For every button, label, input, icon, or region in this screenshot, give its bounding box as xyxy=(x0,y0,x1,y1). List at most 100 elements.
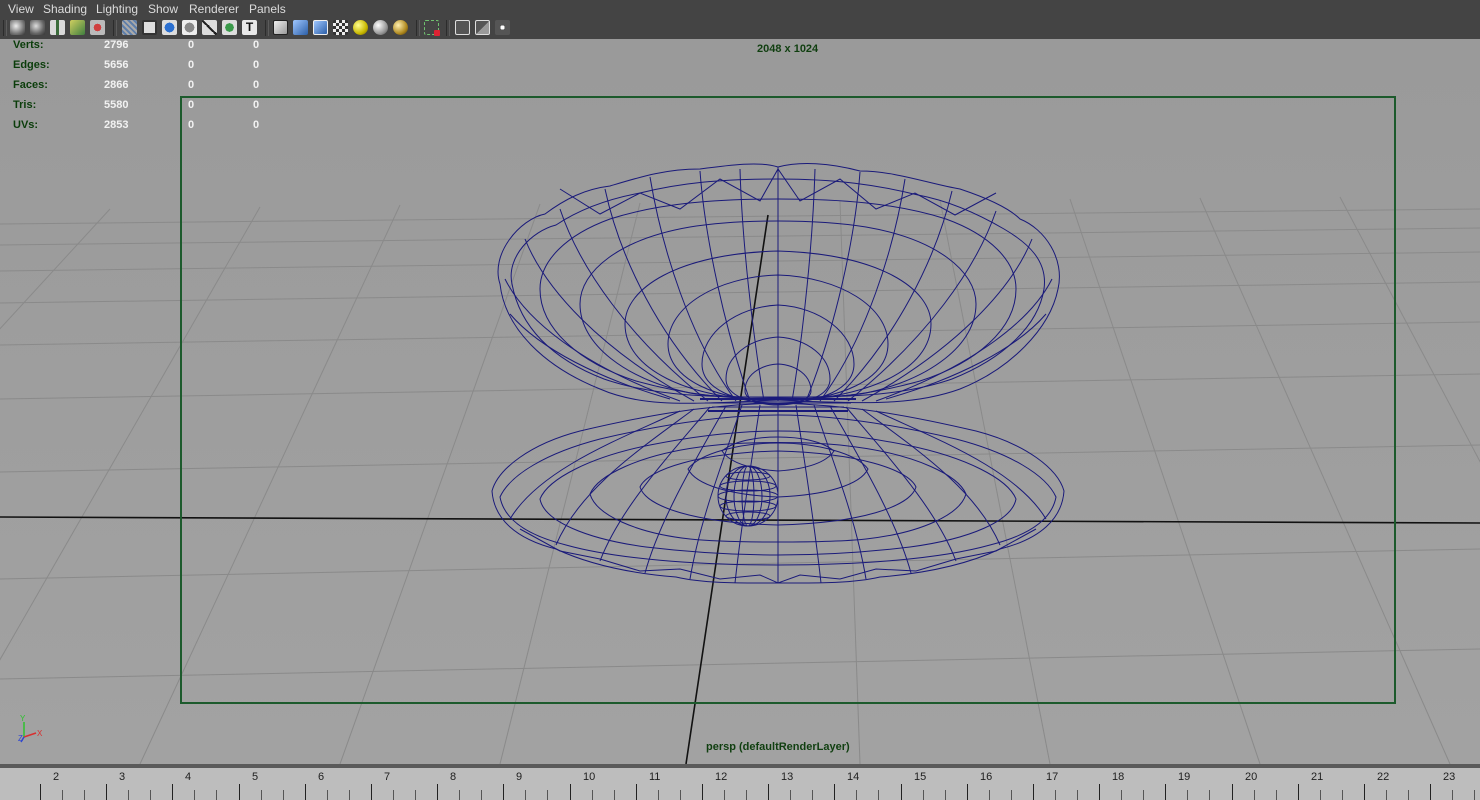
hud-value: 0 xyxy=(253,59,260,71)
world-axes xyxy=(0,214,1480,764)
menu-show[interactable]: Show xyxy=(148,2,178,16)
timeline-minor-tick xyxy=(283,790,284,800)
timeline-major-tick xyxy=(901,784,902,800)
isolate-select-icon[interactable] xyxy=(424,20,440,36)
timeline-minor-tick xyxy=(349,790,350,800)
timeline-major-tick xyxy=(106,784,107,800)
xray-icon[interactable] xyxy=(455,20,470,35)
timeline-major-tick xyxy=(371,784,372,800)
timeline-tick-label: 7 xyxy=(384,771,391,783)
timeline-minor-tick xyxy=(856,790,857,800)
timeline-tick-label: 23 xyxy=(1443,771,1456,783)
ground-grid xyxy=(0,196,1480,764)
timeline-minor-tick xyxy=(1055,790,1056,800)
timeline-minor-tick xyxy=(658,790,659,800)
timeline-major-tick xyxy=(239,784,240,800)
xray-components-icon[interactable] xyxy=(495,20,510,35)
shadows-icon[interactable] xyxy=(373,20,388,35)
menu-lighting[interactable]: Lighting xyxy=(96,2,138,16)
timeline-minor-tick xyxy=(1254,790,1255,800)
bookmarks-icon[interactable] xyxy=(50,20,65,35)
toolbar-separator xyxy=(416,20,420,36)
timeline-minor-tick xyxy=(1209,790,1210,800)
timeline-major-tick xyxy=(1430,784,1431,800)
menu-view[interactable]: View xyxy=(8,2,34,16)
grid-icon[interactable] xyxy=(122,20,137,35)
timeline-major-tick xyxy=(1298,784,1299,800)
timeline-major-tick xyxy=(437,784,438,800)
axis-indicator: Y X Z xyxy=(18,714,43,743)
timeline-tick-label: 17 xyxy=(1046,771,1059,783)
timeline-major-tick xyxy=(967,784,968,800)
hud-value: 2866 xyxy=(104,79,129,91)
perspective-viewport[interactable]: Y X Z Verts: 2796 0 0 Edges: 5656 0 0 Fa… xyxy=(0,39,1480,764)
toolbar-separator xyxy=(446,20,450,36)
timeline-minor-tick xyxy=(459,790,460,800)
hud-value: 0 xyxy=(188,59,195,71)
timeline-tick-label: 15 xyxy=(914,771,927,783)
menu-renderer[interactable]: Renderer xyxy=(189,2,239,16)
hud-value: 0 xyxy=(253,99,260,111)
timeline-minor-tick xyxy=(1452,790,1453,800)
wireframe-icon[interactable] xyxy=(273,20,288,35)
timeline-major-tick xyxy=(503,784,504,800)
film-gate-icon[interactable] xyxy=(142,20,157,35)
timeline-tick-label: 19 xyxy=(1178,771,1191,783)
timeline-minor-tick xyxy=(724,790,725,800)
resolution-label: 2048 x 1024 xyxy=(757,43,819,55)
timeline-minor-tick xyxy=(547,790,548,800)
timeline-major-tick xyxy=(1033,784,1034,800)
gate-mask-icon[interactable] xyxy=(182,20,197,35)
timeline-minor-tick xyxy=(261,790,262,800)
timeline-major-tick xyxy=(1099,784,1100,800)
timeline-tick-label: 3 xyxy=(119,771,126,783)
cursor-icon xyxy=(434,30,440,36)
hud-value: 2796 xyxy=(104,39,129,51)
timeline-major-tick xyxy=(172,784,173,800)
axis-y-label: Y xyxy=(20,714,26,723)
timeline-major-tick xyxy=(40,784,41,800)
hud-label: UVs: xyxy=(13,119,39,131)
xray-joints-icon[interactable] xyxy=(475,20,490,35)
timeline-tick-label: 5 xyxy=(252,771,259,783)
timeline-minor-tick xyxy=(1187,790,1188,800)
axis-x-label: X xyxy=(37,729,43,738)
time-slider[interactable]: 2 3 4 5 6 7 8 9 10 11 12 13 14 15 16 17 18 19 20 21 22 23 xyxy=(0,764,1480,800)
textured-icon[interactable] xyxy=(333,20,348,35)
select-camera-icon[interactable] xyxy=(10,20,25,35)
wireframe-on-shaded-icon[interactable] xyxy=(313,20,328,35)
resolution-gate-icon[interactable] xyxy=(162,20,177,35)
timeline-major-tick xyxy=(768,784,769,800)
timeline-minor-tick xyxy=(614,790,615,800)
timeline-minor-tick xyxy=(746,790,747,800)
image-plane-icon[interactable] xyxy=(70,20,85,35)
timeline-tick-label: 2 xyxy=(53,771,60,783)
timeline-minor-tick xyxy=(989,790,990,800)
toolbar-separator xyxy=(3,20,7,36)
timeline-minor-tick xyxy=(592,790,593,800)
menu-panels[interactable]: Panels xyxy=(249,2,286,16)
pearl-wireframe xyxy=(717,465,779,527)
safe-action-icon[interactable] xyxy=(222,20,237,35)
hud-label: Faces: xyxy=(13,79,48,91)
field-chart-icon[interactable] xyxy=(202,20,217,35)
camera-attributes-icon[interactable] xyxy=(30,20,45,35)
toolbar-separator xyxy=(113,20,117,36)
default-light-icon[interactable] xyxy=(353,20,368,35)
axis-z-label: Z xyxy=(18,734,23,743)
hud-value: 5656 xyxy=(104,59,129,71)
camera-name-label: persp (defaultRenderLayer) xyxy=(706,741,850,753)
hud-value: 0 xyxy=(188,39,195,51)
menu-shading[interactable]: Shading xyxy=(43,2,87,16)
safe-title-icon[interactable]: T xyxy=(242,20,257,35)
hud-value: 0 xyxy=(188,99,195,111)
timeline-major-tick xyxy=(1364,784,1365,800)
timeline-minor-tick xyxy=(525,790,526,800)
timeline-tick-label: 12 xyxy=(715,771,728,783)
scene-canvas[interactable]: Y X Z xyxy=(0,39,1480,764)
smooth-shade-icon[interactable] xyxy=(293,20,308,35)
two-d-pan-zoom-icon[interactable] xyxy=(90,20,105,35)
timeline-major-tick xyxy=(834,784,835,800)
ambient-occlusion-icon[interactable] xyxy=(393,20,408,35)
timeline-minor-tick xyxy=(1276,790,1277,800)
